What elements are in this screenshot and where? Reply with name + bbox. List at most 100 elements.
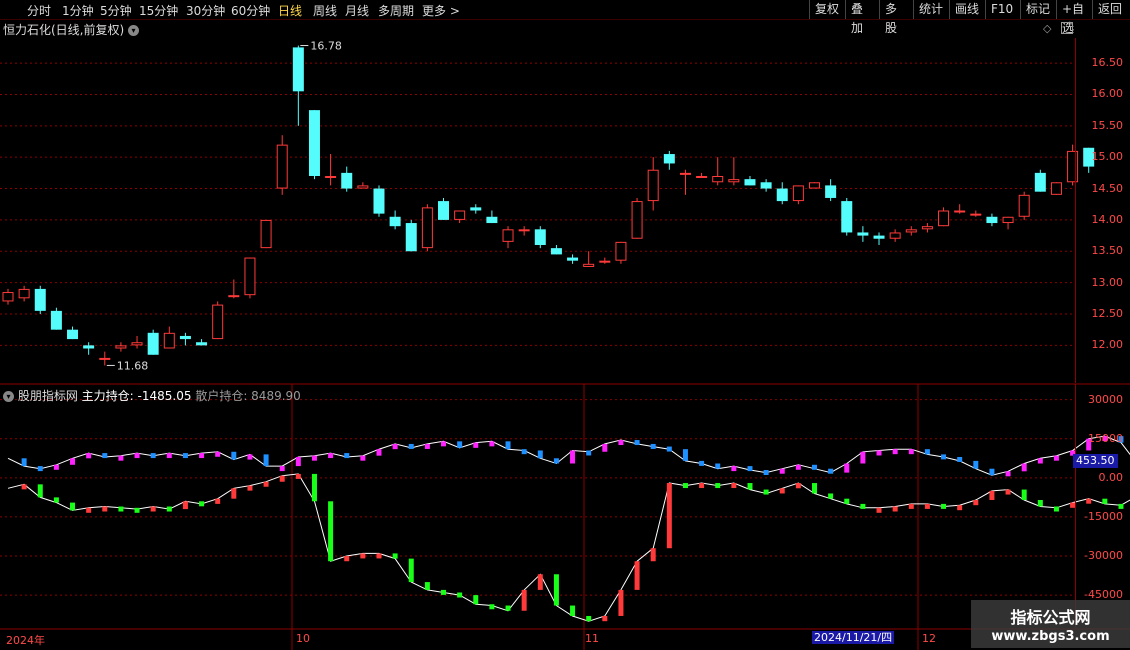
retail-position-bar [1021,463,1027,472]
retail-position-bar [1053,455,1059,461]
retail-position-bar [505,441,511,450]
candle-body [357,185,369,189]
chevron-down-icon[interactable]: ▾ [3,391,14,402]
candle-body [986,216,998,224]
main-position-bar [553,574,559,606]
retail-position-bar [650,443,656,449]
watermark-url: www.zbgs3.com [991,629,1110,644]
candle-body [50,310,62,330]
main-position-bar [473,595,479,605]
retail-position-bar [941,454,947,460]
retail-position-bar [441,441,447,447]
retail-position-bar [457,441,463,448]
main-position-bar [908,503,914,509]
main-position-bar [844,498,850,504]
main-position-bar [489,604,495,610]
main-position-bar [892,506,898,512]
retail-position-bar [586,450,592,456]
main-position-bar [392,553,398,559]
candle-body [438,201,450,220]
candle-body [760,182,772,189]
current-value-badge: 453.50 [1073,454,1118,468]
retail-position-bar [1005,471,1011,477]
main-position-line [7,473,1130,622]
candle-body [1034,172,1046,192]
main-position-bar [682,483,688,489]
candle-body [825,185,837,198]
retail-position-bar [166,453,172,459]
main-position-bar [731,483,737,489]
main-position-bar [795,483,801,489]
retail-position-bar [876,450,882,456]
candle-body [728,179,740,183]
retail-position-bar [86,453,92,459]
main-position-bar [70,502,76,511]
retail-position-bar [376,449,382,456]
main-position-bar [134,507,140,513]
price-tick-label: 15.50 [1091,118,1124,132]
main-position-bar [618,589,624,616]
price-tick-label: 14.50 [1091,181,1124,195]
retail-position-bar [134,453,140,459]
main-position-bar [21,484,27,490]
indicator-tick-label: 30000 [1088,392,1123,406]
retail-position-bar [70,458,76,465]
retail-position-bar [182,453,188,459]
retail-position-bar [408,443,414,449]
candle-body [163,332,175,349]
main-position-bar [924,503,930,509]
watermark: 指标公式网 www.zbgs3.com [971,600,1130,648]
retail-position-bar [570,450,576,464]
price-tick-label: 14.00 [1091,212,1124,226]
retail-position-bar [553,458,559,464]
candle-body [857,232,869,236]
candle-body [325,176,337,178]
main-position-bar [263,481,269,487]
main-position-bar [199,501,205,507]
candle-body [308,110,320,176]
price-tick-label: 12.50 [1091,307,1124,320]
main-position-bar [166,506,172,512]
main-position-bar [989,490,995,500]
price-tick-label: 16.00 [1091,87,1124,101]
candle-body [276,144,288,189]
retail-position-bar [908,449,914,455]
main-position-bar [53,497,59,503]
candle-body [99,357,111,360]
main-position-bar [634,561,640,590]
retail-position-bar [473,442,479,448]
retail-position-bar [682,449,688,461]
main-position-bar [1005,489,1011,495]
candle-body [696,176,708,178]
candle-body [83,345,95,349]
indicator-tick-label: 0.00 [1098,470,1124,484]
candle-body [389,216,401,227]
retail-position-bar [21,458,27,467]
retail-position-bar [360,455,366,461]
retail-position-bar [795,464,801,470]
main-position-bar [666,483,672,549]
main-position-bar [408,558,414,583]
candle-body [18,288,30,299]
retail-position-bar [328,453,334,459]
candle-body [502,229,514,242]
chart-canvas: 16.78 11.68 [0,40,1130,650]
candle-body [292,47,304,92]
retail-position-bar [731,466,737,472]
candle-body [260,219,272,249]
candle-body [1002,216,1014,224]
main-position-bar [231,488,237,499]
retail-position-bar [150,453,156,459]
main-position-bar [37,484,43,498]
retail-position-bar [989,468,995,476]
retail-position-bar [53,464,59,470]
retail-position-bar [828,468,834,474]
main-position-bar [295,473,301,479]
candle-body [970,213,982,216]
candle-body [212,304,224,340]
main-position-bar [1053,506,1059,512]
candle-body [873,235,885,239]
candle-body [792,185,804,202]
price-annotation: 11.68 [117,359,149,372]
main-position-bar [779,488,785,494]
